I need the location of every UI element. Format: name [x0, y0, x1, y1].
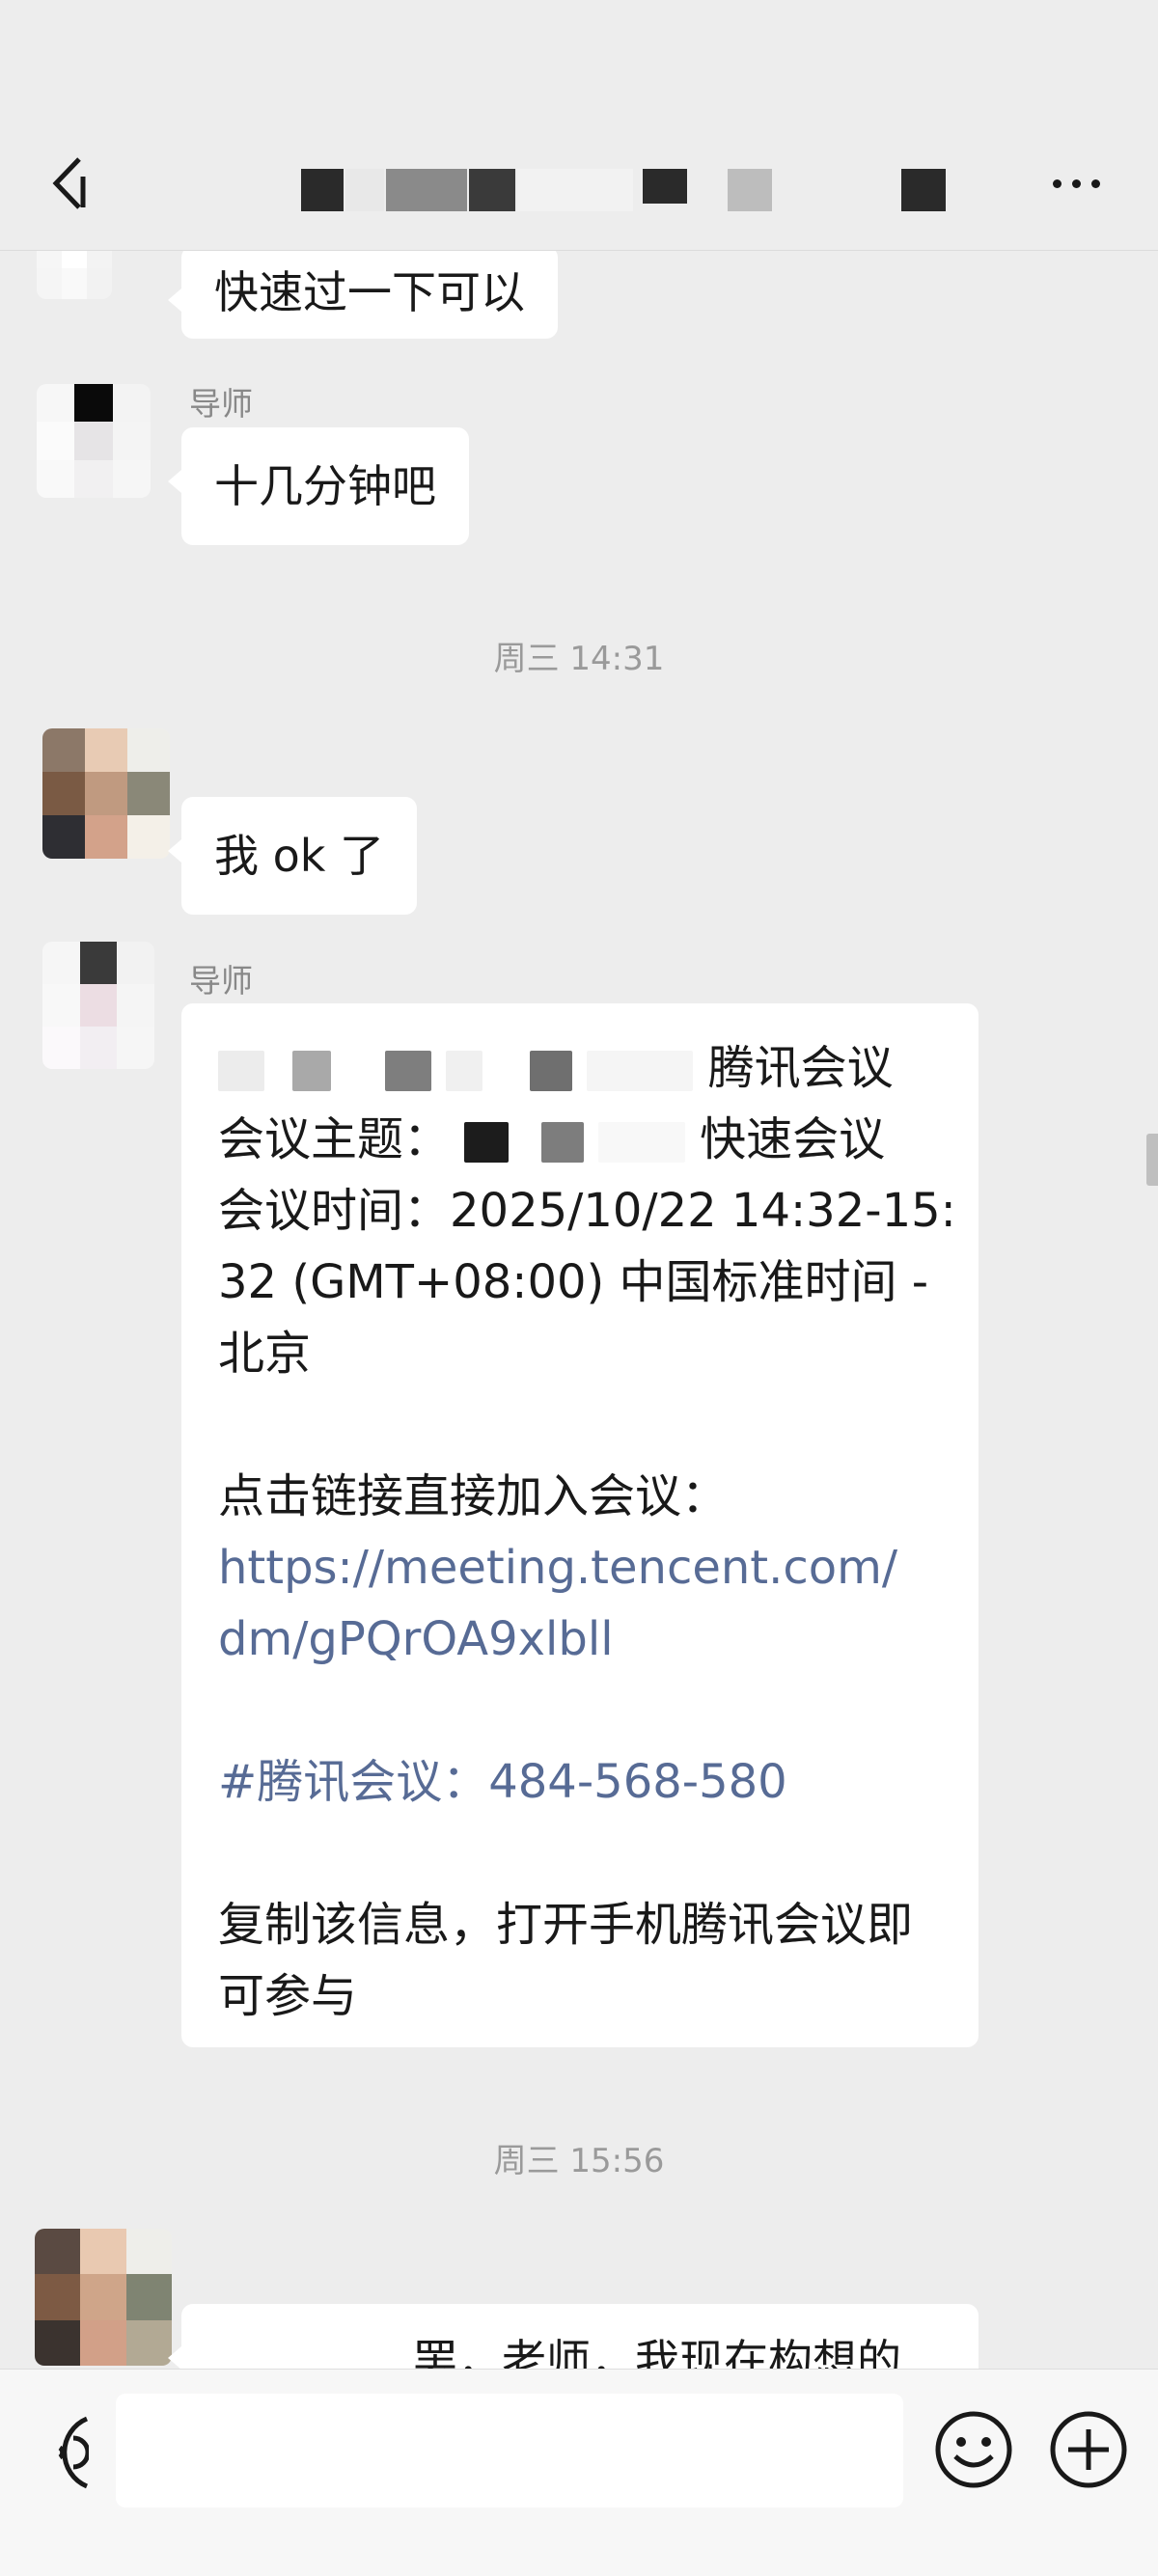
message-text: 罢，老师，我现在构想的 — [413, 2335, 901, 2369]
voice-button[interactable] — [29, 2411, 91, 2494]
meeting-invite-bubble[interactable]: 腾讯会议 会议主题： 快速会议 会议时间：2025/10/22 14:32-15… — [181, 1003, 979, 2047]
emoji-icon — [935, 2411, 1012, 2488]
message-text: 我 ok 了 — [214, 830, 385, 882]
avatar[interactable] — [42, 942, 154, 1069]
chevron-left-icon — [52, 157, 86, 209]
avatar[interactable] — [37, 384, 151, 498]
redacted-title — [901, 169, 946, 211]
redacted-text — [530, 1051, 573, 1091]
meeting-link[interactable]: https://meeting.tencent.com/ — [218, 1532, 942, 1603]
redacted-title — [469, 169, 515, 211]
timestamp: 周三 14:31 — [493, 640, 665, 678]
sender-name: 导师 — [189, 385, 253, 423]
back-button[interactable] — [39, 150, 96, 217]
meeting-id-link[interactable]: #腾讯会议：484-568-580 — [218, 1746, 942, 1818]
chat-area[interactable]: 快速过一下可以 导师 十几分钟吧 周三 14:31 我 ok 了 导师 腾讯会议… — [0, 0, 1158, 2369]
message-text: 十几分钟吧 — [214, 460, 436, 512]
join-instruction: 点击链接直接加入会议： — [218, 1469, 729, 1523]
sender-name: 导师 — [189, 962, 253, 1000]
meeting-time-cont: 32 (GMT+08:00) 中国标准时间 - — [218, 1255, 929, 1309]
avatar[interactable] — [42, 728, 170, 859]
redacted-text — [384, 1051, 431, 1091]
meeting-time-zone: 北京 — [218, 1327, 312, 1381]
more-functions-button[interactable] — [1049, 2410, 1128, 2489]
redacted-text — [587, 1051, 694, 1091]
redacted-title — [301, 169, 344, 211]
copy-instruction: 复制该信息，打开手机腾讯会议即 — [218, 1898, 914, 1952]
redacted-text — [445, 1051, 482, 1091]
message-bubble[interactable]: 我 ok 了 — [167, 797, 418, 915]
emoji-button[interactable] — [934, 2410, 1013, 2489]
message-input[interactable] — [116, 2394, 903, 2507]
redacted-text — [218, 1051, 264, 1091]
avatar[interactable] — [35, 2229, 172, 2366]
message-bubble[interactable]: 十几分钟吧 — [168, 427, 469, 545]
chat-header — [0, 0, 1158, 251]
message-bubble[interactable]: 快速过一下可以 — [168, 246, 558, 339]
voice-icon — [58, 2416, 91, 2489]
more-dots-icon — [1052, 178, 1062, 188]
meeting-topic-label: 会议主题： — [218, 1112, 451, 1166]
meeting-link-cont[interactable]: dm/gPQrOA9xlbll — [218, 1603, 942, 1675]
redacted-title — [643, 169, 687, 204]
redacted-title — [728, 169, 772, 211]
redacted-text — [292, 1051, 332, 1091]
redacted-title — [517, 169, 633, 211]
input-bar — [0, 2369, 1158, 2576]
plus-circle-icon — [1050, 2411, 1127, 2488]
meeting-time: 会议时间：2025/10/22 14:32-15: — [218, 1184, 956, 1238]
more-button[interactable] — [1033, 159, 1119, 207]
redacted-title — [386, 169, 467, 211]
message-bubble[interactable]: 罢，老师，我现在构想的 — [168, 2304, 979, 2369]
message-text: 快速过一下可以 — [214, 266, 525, 318]
meeting-app-name: 腾讯会议 — [707, 1041, 894, 1095]
redacted-text — [464, 1122, 510, 1163]
scrollbar[interactable] — [1146, 1134, 1158, 1186]
timestamp: 周三 15:56 — [493, 2142, 665, 2180]
redacted-text — [597, 1122, 685, 1163]
copy-instruction-cont: 可参与 — [218, 1969, 358, 2023]
meeting-topic: 快速会议 — [700, 1112, 886, 1166]
redacted-text — [540, 1122, 584, 1163]
redacted-title — [345, 169, 384, 211]
